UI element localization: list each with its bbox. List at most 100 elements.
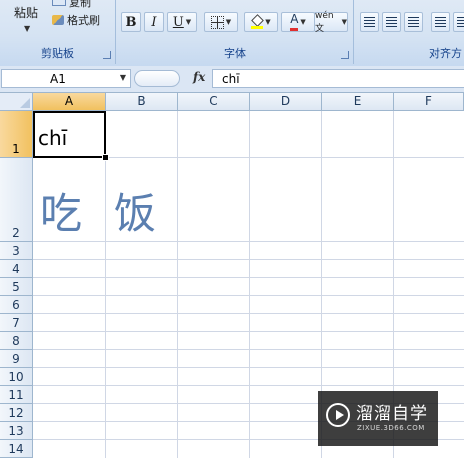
- row-number: 10: [8, 370, 24, 384]
- name-box-value: A1: [50, 72, 66, 86]
- font-group: B I U ▼ ▼ ▼ A ▼ wén 文 ▼ 字体: [117, 0, 354, 64]
- row-header-3[interactable]: 3: [0, 242, 33, 260]
- clipboard-launcher-icon[interactable]: [103, 51, 111, 59]
- row-header-7[interactable]: 7: [0, 314, 33, 332]
- gridline: [33, 259, 464, 260]
- insert-function-button[interactable]: fx: [193, 70, 205, 84]
- phonetic-button[interactable]: wén 文 ▼: [314, 10, 348, 34]
- copy-button[interactable]: 复制: [52, 0, 91, 10]
- align-right-button[interactable]: [404, 12, 423, 32]
- phonetic-label: wén 文: [315, 10, 334, 34]
- row-header-4[interactable]: 4: [0, 260, 33, 278]
- fill-color-button[interactable]: ▼: [244, 12, 278, 32]
- row-number: 7: [12, 316, 20, 330]
- row-number: 6: [12, 298, 20, 312]
- fill-color-dropdown-icon: ▼: [265, 18, 271, 26]
- row-header-5[interactable]: 5: [0, 278, 33, 296]
- row-number: 13: [8, 424, 24, 438]
- name-box[interactable]: A1 ▼: [1, 69, 131, 88]
- align-center-icon: [386, 17, 397, 27]
- underline-label: U: [172, 14, 184, 30]
- row-number: 5: [12, 280, 20, 294]
- font-launcher-icon[interactable]: [341, 51, 349, 59]
- copy-label: 复制: [69, 0, 91, 9]
- decrease-indent-icon: [435, 17, 446, 27]
- row-header-1[interactable]: 1: [0, 111, 33, 158]
- format-painter-label: 格式刷: [67, 14, 100, 27]
- row-header-9[interactable]: 9: [0, 350, 33, 368]
- paste-button[interactable]: 粘贴: [14, 4, 38, 21]
- row-header-6[interactable]: 6: [0, 296, 33, 314]
- column-header-f[interactable]: F: [394, 93, 464, 111]
- formula-input[interactable]: chī: [212, 69, 464, 88]
- align-left-icon: [364, 17, 375, 27]
- row-header-14[interactable]: 14: [0, 440, 33, 458]
- font-group-label: 字体: [224, 47, 246, 60]
- cell-a1-value: chī: [38, 126, 68, 150]
- column-header-d[interactable]: D: [250, 93, 322, 111]
- formula-content: chī: [222, 72, 240, 86]
- watermark-subtitle: ZIXUE.3D66.COM: [357, 424, 425, 432]
- align-center-button[interactable]: [382, 12, 401, 32]
- watermark-title: 溜溜自学: [356, 404, 428, 424]
- gridline: [33, 331, 464, 332]
- alignment-group: 对齐方: [355, 0, 464, 64]
- bold-button[interactable]: B: [121, 12, 141, 32]
- column-header-e[interactable]: E: [322, 93, 394, 111]
- row-header-11[interactable]: 11: [0, 386, 33, 404]
- underline-button[interactable]: U ▼: [167, 12, 197, 32]
- row-header-2[interactable]: 2: [0, 158, 33, 242]
- borders-button[interactable]: ▼: [204, 12, 238, 32]
- decrease-indent-button[interactable]: [431, 12, 450, 32]
- paste-dropdown-icon[interactable]: ▼: [24, 24, 30, 33]
- cell-a1[interactable]: chī: [33, 111, 106, 158]
- row-number: 2: [12, 226, 20, 240]
- formula-bar: A1 ▼ fx chī: [0, 66, 464, 93]
- row-number: 9: [12, 352, 20, 366]
- column-header-c[interactable]: C: [178, 93, 250, 111]
- row-header-8[interactable]: 8: [0, 332, 33, 350]
- format-painter-icon: [52, 15, 64, 25]
- gridline: [33, 295, 464, 296]
- increase-indent-icon: [457, 17, 464, 27]
- align-left-button[interactable]: [360, 12, 379, 32]
- copy-icon: [52, 0, 66, 6]
- name-box-dropdown-icon[interactable]: ▼: [120, 73, 126, 82]
- cell-b2-value[interactable]: 饭: [114, 180, 156, 241]
- row-header-10[interactable]: 10: [0, 368, 33, 386]
- row-number: 1: [12, 142, 20, 156]
- clipboard-group: 粘贴 ▼ 复制 格式刷 剪贴板: [0, 0, 116, 64]
- font-color-button[interactable]: A ▼: [281, 12, 315, 32]
- alignment-group-label: 对齐方: [429, 47, 462, 60]
- borders-dropdown-icon: ▼: [225, 18, 232, 26]
- column-header-b[interactable]: B: [106, 93, 178, 111]
- fill-color-icon: [251, 13, 265, 29]
- increase-indent-button[interactable]: [453, 12, 464, 32]
- row-number: 8: [12, 334, 20, 348]
- watermark: 溜溜自学 ZIXUE.3D66.COM: [318, 391, 438, 446]
- phonetic-dropdown-icon: ▼: [341, 18, 347, 26]
- formula-bar-splitter[interactable]: [134, 70, 180, 87]
- font-color-icon: A: [290, 13, 299, 31]
- gridline: [33, 277, 464, 278]
- column-header-a[interactable]: A: [33, 93, 106, 111]
- italic-button[interactable]: I: [144, 12, 164, 32]
- select-all-button[interactable]: [0, 93, 33, 111]
- borders-icon: [210, 15, 224, 29]
- ribbon: 粘贴 ▼ 复制 格式刷 剪贴板 B I U▼ ▼ ▼ A▼ wén 文▼: [0, 0, 464, 67]
- format-painter-button[interactable]: 格式刷: [52, 12, 100, 28]
- row-header-12[interactable]: 12: [0, 404, 33, 422]
- row-header-13[interactable]: 13: [0, 422, 33, 440]
- row-number: 14: [8, 442, 24, 456]
- gridline: [33, 367, 464, 368]
- underline-dropdown-icon: ▼: [185, 18, 192, 26]
- cell-a2-value[interactable]: 吃: [40, 180, 82, 241]
- gridline: [33, 385, 464, 386]
- row-number: 4: [12, 262, 20, 276]
- fill-handle[interactable]: [102, 154, 109, 161]
- play-logo-icon: [326, 403, 350, 427]
- font-color-dropdown-icon: ▼: [300, 18, 306, 26]
- row-number: 3: [12, 244, 20, 258]
- clipboard-group-label: 剪贴板: [41, 47, 74, 60]
- align-right-icon: [408, 17, 419, 27]
